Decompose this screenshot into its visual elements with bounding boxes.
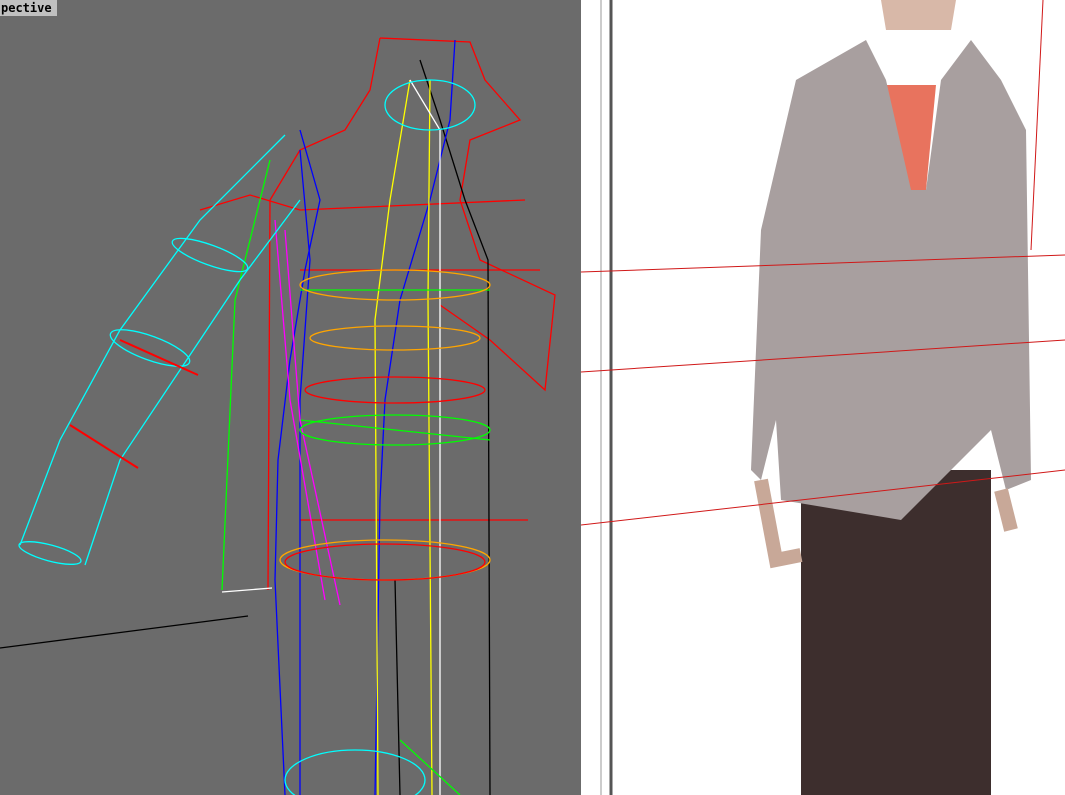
sleeve-mark-red bbox=[69, 424, 139, 469]
cuff-ring-cyan bbox=[18, 541, 82, 565]
viewport-label[interactable]: pective bbox=[0, 0, 57, 16]
garment-wireframe bbox=[0, 37, 556, 795]
plumb-line bbox=[1030, 0, 1044, 251]
bust-ring-orange bbox=[299, 269, 491, 301]
sleeve-ring-cyan bbox=[109, 329, 191, 367]
sleeve-ring-cyan-2 bbox=[171, 237, 249, 273]
front-edge-red bbox=[267, 37, 381, 591]
woman-photo bbox=[581, 0, 1065, 795]
waist-ring-red bbox=[304, 376, 486, 404]
hem-ring-red bbox=[284, 543, 486, 581]
ground-line bbox=[0, 615, 249, 649]
hip-ring-cyan bbox=[284, 749, 426, 795]
cardigan bbox=[751, 40, 1031, 520]
body-front-blue bbox=[274, 129, 321, 795]
body-line-blue bbox=[299, 149, 311, 795]
center-back-yellow bbox=[427, 79, 433, 795]
elbow-mark-red bbox=[119, 339, 199, 376]
side-seam-green bbox=[221, 159, 271, 591]
face bbox=[881, 0, 956, 30]
center-front-yellow bbox=[374, 79, 411, 795]
reference-photo bbox=[581, 0, 1065, 795]
sleeve-cyan bbox=[19, 134, 301, 566]
3d-perspective-viewport[interactable]: pective bbox=[0, 0, 581, 795]
center-white bbox=[409, 79, 441, 795]
center-line-black bbox=[394, 579, 401, 795]
hem-white bbox=[221, 587, 273, 593]
